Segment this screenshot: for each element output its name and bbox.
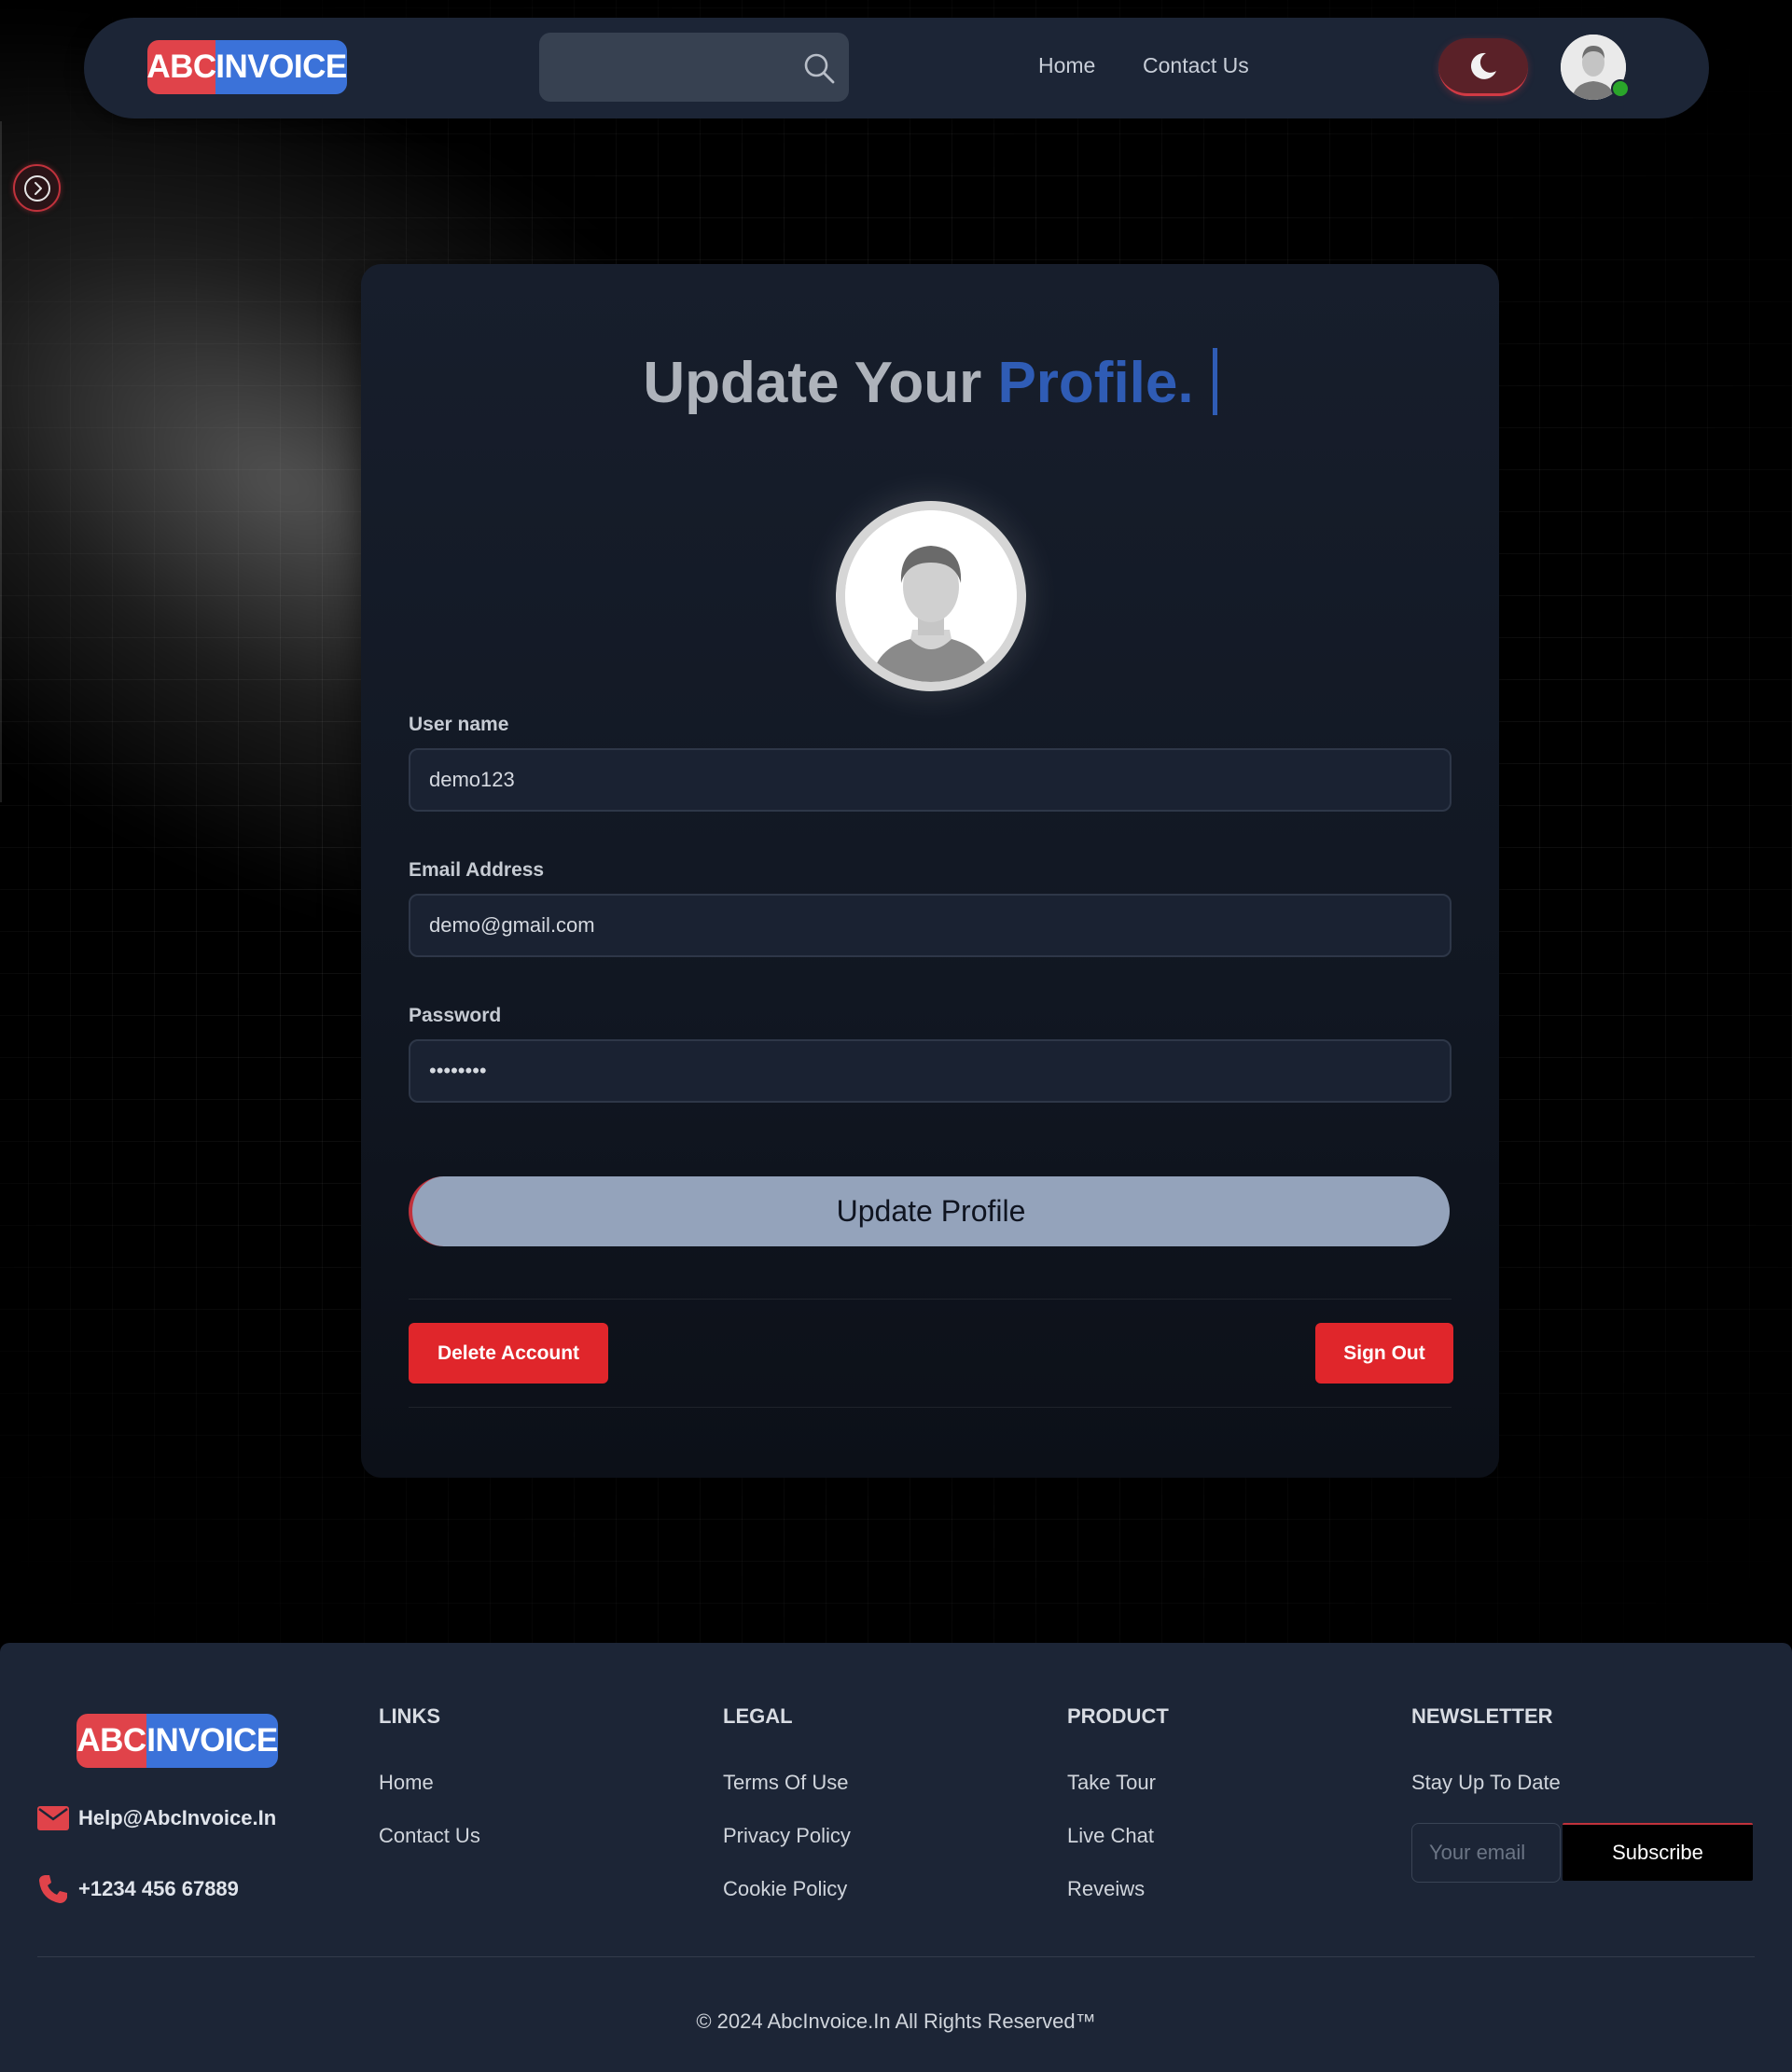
copyright-text: © 2024 AbcInvoice.In All Rights Reserved… [696, 2009, 1096, 2033]
footer-legal-column: LEGAL Terms Of Use Privacy Policy Cookie… [723, 1704, 851, 1930]
logo-invoice: INVOICE [215, 40, 347, 94]
password-label: Password [409, 1005, 502, 1026]
title-main: Update Your [643, 351, 982, 415]
username-input[interactable] [409, 748, 1452, 812]
phone-icon [39, 1875, 67, 1903]
newsletter-heading: NEWSLETTER [1411, 1704, 1553, 1728]
logo-invoice: INVOICE [146, 1714, 278, 1768]
search-bar [539, 33, 849, 102]
footer-link-privacy[interactable]: Privacy Policy [723, 1824, 851, 1877]
sidebar-edge [0, 121, 2, 802]
update-profile-button[interactable]: Update Profile [409, 1176, 1450, 1246]
subscribe-button[interactable]: Subscribe [1563, 1823, 1753, 1881]
moon-icon [1470, 52, 1496, 79]
legal-heading: LEGAL [723, 1704, 793, 1728]
footer-link-contact[interactable]: Contact Us [379, 1824, 480, 1877]
profile-card: Update Your Profile. User name Email Add… [361, 264, 1499, 1478]
newsletter-subtitle: Stay Up To Date [1411, 1771, 1561, 1794]
footer-link-home[interactable]: Home [379, 1771, 480, 1824]
divider [409, 1299, 1452, 1300]
mail-icon [37, 1806, 69, 1830]
footer-link-terms[interactable]: Terms Of Use [723, 1771, 851, 1824]
theme-toggle-button[interactable] [1438, 38, 1528, 96]
email-input[interactable] [409, 894, 1452, 957]
footer-newsletter-column: NEWSLETTER Stay Up To Date Subscribe [1411, 1704, 1757, 1883]
profile-picture[interactable] [836, 501, 1026, 691]
footer-link-reviews[interactable]: Reveiws [1067, 1877, 1169, 1930]
links-heading: LINKS [379, 1704, 440, 1728]
delete-account-button[interactable]: Delete Account [409, 1323, 608, 1384]
footer-phone-text: +1234 456 67889 [78, 1877, 239, 1900]
search-icon[interactable] [802, 51, 836, 85]
site-footer: ABC INVOICE Help@AbcInvoice.In +1234 456… [0, 1643, 1792, 2072]
brand-logo[interactable]: ABC INVOICE [147, 40, 347, 94]
product-heading: PRODUCT [1067, 1704, 1169, 1728]
newsletter-email-input[interactable] [1411, 1823, 1561, 1883]
sidebar-toggle-button[interactable] [13, 164, 61, 212]
title-accent: Profile. [997, 351, 1194, 415]
nav-link-home[interactable]: Home [1038, 53, 1095, 78]
logo-abc: ABC [76, 1714, 146, 1768]
footer-product-column: PRODUCT Take Tour Live Chat Reveiws [1067, 1704, 1169, 1930]
page-title: Update Your Profile. [361, 348, 1499, 416]
footer-link-cookie[interactable]: Cookie Policy [723, 1877, 851, 1930]
online-status-dot [1611, 79, 1630, 98]
sign-out-button[interactable]: Sign Out [1315, 1323, 1453, 1384]
email-label: Email Address [409, 859, 545, 881]
profile-avatar-icon [845, 510, 1017, 682]
chevron-right-icon [23, 174, 50, 202]
top-navbar: ABC INVOICE Home Contact Us [84, 18, 1709, 118]
nav-link-contact[interactable]: Contact Us [1143, 53, 1249, 78]
footer-divider [37, 1956, 1755, 1957]
password-input[interactable] [409, 1039, 1452, 1103]
divider [409, 1407, 1452, 1408]
footer-phone[interactable]: +1234 456 67889 [37, 1873, 239, 1905]
username-label: User name [409, 714, 509, 735]
newsletter-form: Subscribe [1411, 1823, 1757, 1883]
footer-brand-logo[interactable]: ABC INVOICE [76, 1714, 278, 1768]
footer-email-text: Help@AbcInvoice.In [78, 1806, 277, 1829]
user-avatar[interactable] [1561, 35, 1630, 100]
typing-cursor [1212, 348, 1217, 415]
footer-link-chat[interactable]: Live Chat [1067, 1824, 1169, 1877]
footer-link-tour[interactable]: Take Tour [1067, 1771, 1169, 1824]
footer-links-column: LINKS Home Contact Us [379, 1704, 480, 1877]
logo-abc: ABC [147, 40, 216, 94]
footer-email[interactable]: Help@AbcInvoice.In [37, 1806, 276, 1830]
